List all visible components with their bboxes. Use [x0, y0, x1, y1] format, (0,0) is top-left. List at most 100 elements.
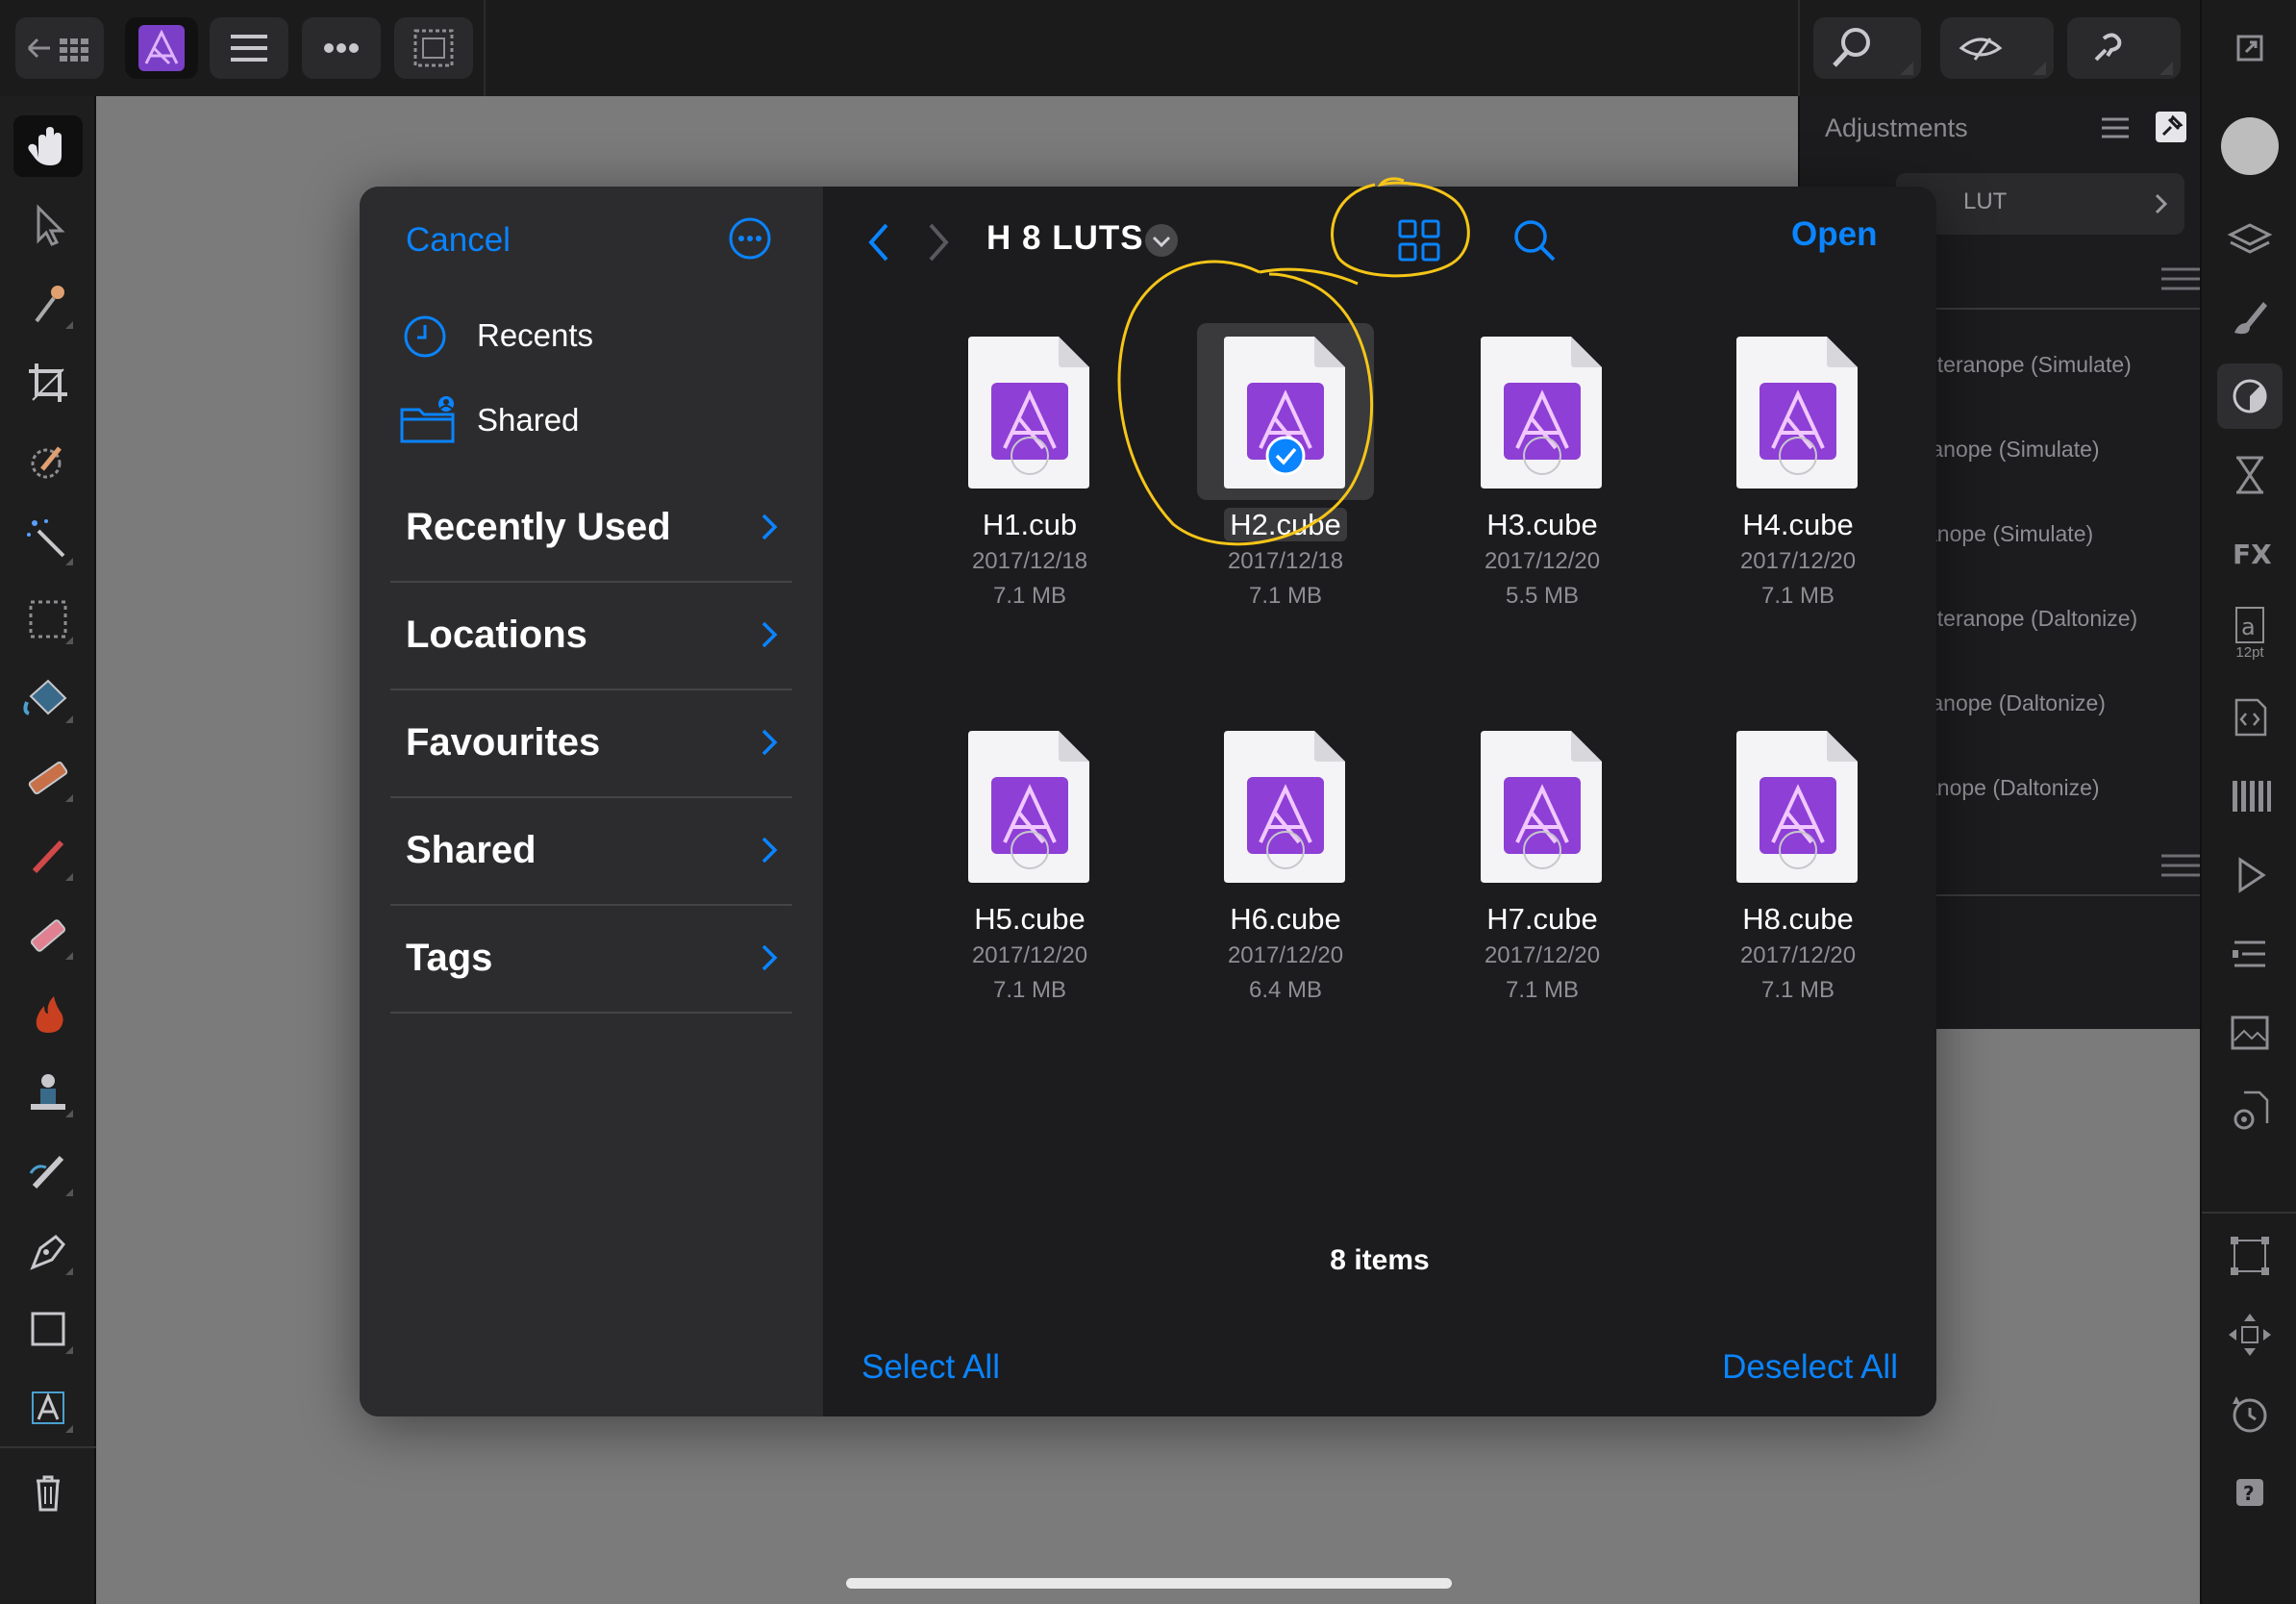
shared-folder-icon [400, 396, 455, 443]
text-size-label: 12pt [2235, 644, 2264, 661]
document-icon [1736, 337, 1858, 489]
lut-adjustment-row[interactable]: LUT [1896, 173, 2184, 235]
hand-icon[interactable] [13, 115, 83, 177]
pen-icon[interactable] [13, 1219, 83, 1281]
preset-item[interactable]: uteranope (Simulate) [1925, 352, 2132, 378]
open-button[interactable]: Open [1791, 215, 1877, 254]
section-recently-used[interactable]: Recently Used [390, 475, 792, 583]
panel-menu-icon[interactable] [2098, 113, 2133, 142]
section-label: Locations [406, 614, 587, 656]
preset-item[interactable]: tanope (Simulate) [1925, 437, 2100, 463]
section-shared[interactable]: Shared [390, 798, 792, 906]
section-favourites[interactable]: Favourites [390, 690, 792, 798]
file-size: 6.4 MB [1248, 977, 1323, 1003]
chevron-right-icon [761, 944, 778, 971]
settings-icon[interactable] [2217, 1079, 2283, 1144]
affinity-logo-icon[interactable] [125, 17, 198, 79]
search-button[interactable] [1510, 215, 1560, 265]
svg-text:?: ? [2243, 1482, 2255, 1505]
channels-icon[interactable] [2217, 921, 2283, 987]
preset-item[interactable]: anope (Daltonize) [1925, 775, 2100, 801]
brushes-icon[interactable] [2217, 285, 2283, 350]
panel-menu-icon[interactable] [2161, 852, 2200, 881]
color-icon[interactable] [2217, 113, 2283, 179]
fx-icon[interactable]: FX [2217, 521, 2283, 587]
assistant-icon[interactable] [2067, 17, 2181, 79]
document-icon [1481, 337, 1602, 489]
marquee-icon[interactable] [13, 589, 83, 650]
file-size: 7.1 MB [1760, 977, 1835, 1003]
section-label: Favourites [406, 721, 601, 764]
back-grid-icon[interactable] [15, 17, 104, 79]
section-label: Recently Used [406, 506, 671, 548]
text-style-icon[interactable]: a 12pt [2217, 600, 2283, 665]
menu-icon[interactable] [210, 17, 288, 79]
more-icon[interactable] [302, 17, 381, 79]
navigator-icon[interactable] [2217, 1302, 2283, 1367]
selection-icon[interactable] [394, 17, 473, 79]
history-icon[interactable] [2217, 1381, 2283, 1446]
lut-label: LUT [1963, 188, 2008, 214]
gradient-icon[interactable] [13, 746, 83, 808]
view-icon[interactable] [1940, 17, 2054, 79]
selection-brush-icon[interactable] [13, 431, 83, 492]
svg-text:FX: FX [2233, 539, 2272, 570]
preset-item[interactable]: uteranope (Daltonize) [1925, 606, 2137, 632]
preset-item[interactable]: anope (Simulate) [1925, 521, 2093, 547]
section-locations[interactable]: Locations [390, 583, 792, 690]
stock-icon[interactable] [2217, 1000, 2283, 1065]
back-button[interactable] [861, 217, 896, 267]
file-item[interactable]: H8.cube 2017/12/20 7.1 MB [1683, 717, 1913, 1025]
forward-button[interactable] [921, 217, 956, 267]
magic-wand-icon[interactable] [13, 510, 83, 571]
file-item[interactable]: H5.cube 2017/12/20 7.1 MB [914, 717, 1145, 1025]
file-item[interactable]: H4.cube 2017/12/20 7.1 MB [1683, 323, 1913, 631]
erase-icon[interactable] [13, 904, 83, 965]
section-tags[interactable]: Tags [390, 906, 792, 1014]
preset-item[interactable]: tanope (Daltonize) [1925, 690, 2106, 716]
layers-icon[interactable] [2217, 206, 2283, 271]
deselect-all-button[interactable]: Deselect All [1722, 1348, 1898, 1387]
chevron-right-icon [2155, 193, 2168, 214]
file-name: H3.cube [1486, 508, 1598, 541]
history-hourglass-icon[interactable] [2217, 442, 2283, 508]
select-all-button[interactable]: Select All [861, 1348, 1000, 1387]
burn-icon[interactable] [13, 983, 83, 1044]
code-icon[interactable] [2217, 685, 2283, 750]
file-name: H8.cube [1742, 902, 1854, 936]
help-icon[interactable]: ? [2217, 1460, 2283, 1525]
more-options-button[interactable] [727, 215, 773, 262]
home-indicator[interactable] [846, 1578, 1452, 1589]
sidebar-item-recents[interactable]: Recents [398, 308, 783, 365]
cancel-button[interactable]: Cancel [406, 221, 511, 260]
pin-icon[interactable] [2154, 110, 2188, 144]
swatches-icon[interactable] [2217, 764, 2283, 829]
file-date: 2017/12/20 [1484, 942, 1601, 968]
search-zoom-icon[interactable] [1813, 17, 1921, 79]
file-name: H4.cube [1742, 508, 1854, 541]
rectangle-icon[interactable] [13, 1298, 83, 1360]
paint-brush-icon[interactable] [13, 825, 83, 887]
file-date: 2017/12/20 [1739, 942, 1857, 968]
color-picker-icon[interactable] [13, 273, 83, 335]
transform-icon[interactable] [2217, 1223, 2283, 1289]
expand-icon[interactable] [2217, 17, 2283, 83]
sidebar-item-shared[interactable]: Shared [398, 392, 783, 450]
file-item[interactable]: H3.cube 2017/12/20 5.5 MB [1427, 323, 1658, 631]
clone-icon[interactable] [13, 1062, 83, 1123]
picker-sidebar: Cancel Recents Shared Recently Used Loca… [360, 187, 823, 1416]
search-icon [1514, 220, 1556, 262]
move-icon[interactable] [13, 194, 83, 256]
healing-icon[interactable] [13, 1140, 83, 1202]
svg-text:a: a [2241, 614, 2256, 640]
crop-icon[interactable] [13, 352, 83, 414]
file-date: 2017/12/20 [1484, 548, 1601, 574]
adjustments-icon[interactable] [2217, 363, 2283, 429]
flood-fill-icon[interactable] [13, 667, 83, 729]
text-icon[interactable] [13, 1377, 83, 1439]
panel-menu-icon[interactable] [2161, 265, 2200, 294]
play-icon[interactable] [2217, 842, 2283, 908]
file-item[interactable]: H6.cube 2017/12/20 6.4 MB [1170, 717, 1401, 1025]
trash-icon[interactable] [13, 1462, 83, 1523]
file-item[interactable]: H7.cube 2017/12/20 7.1 MB [1427, 717, 1658, 1025]
